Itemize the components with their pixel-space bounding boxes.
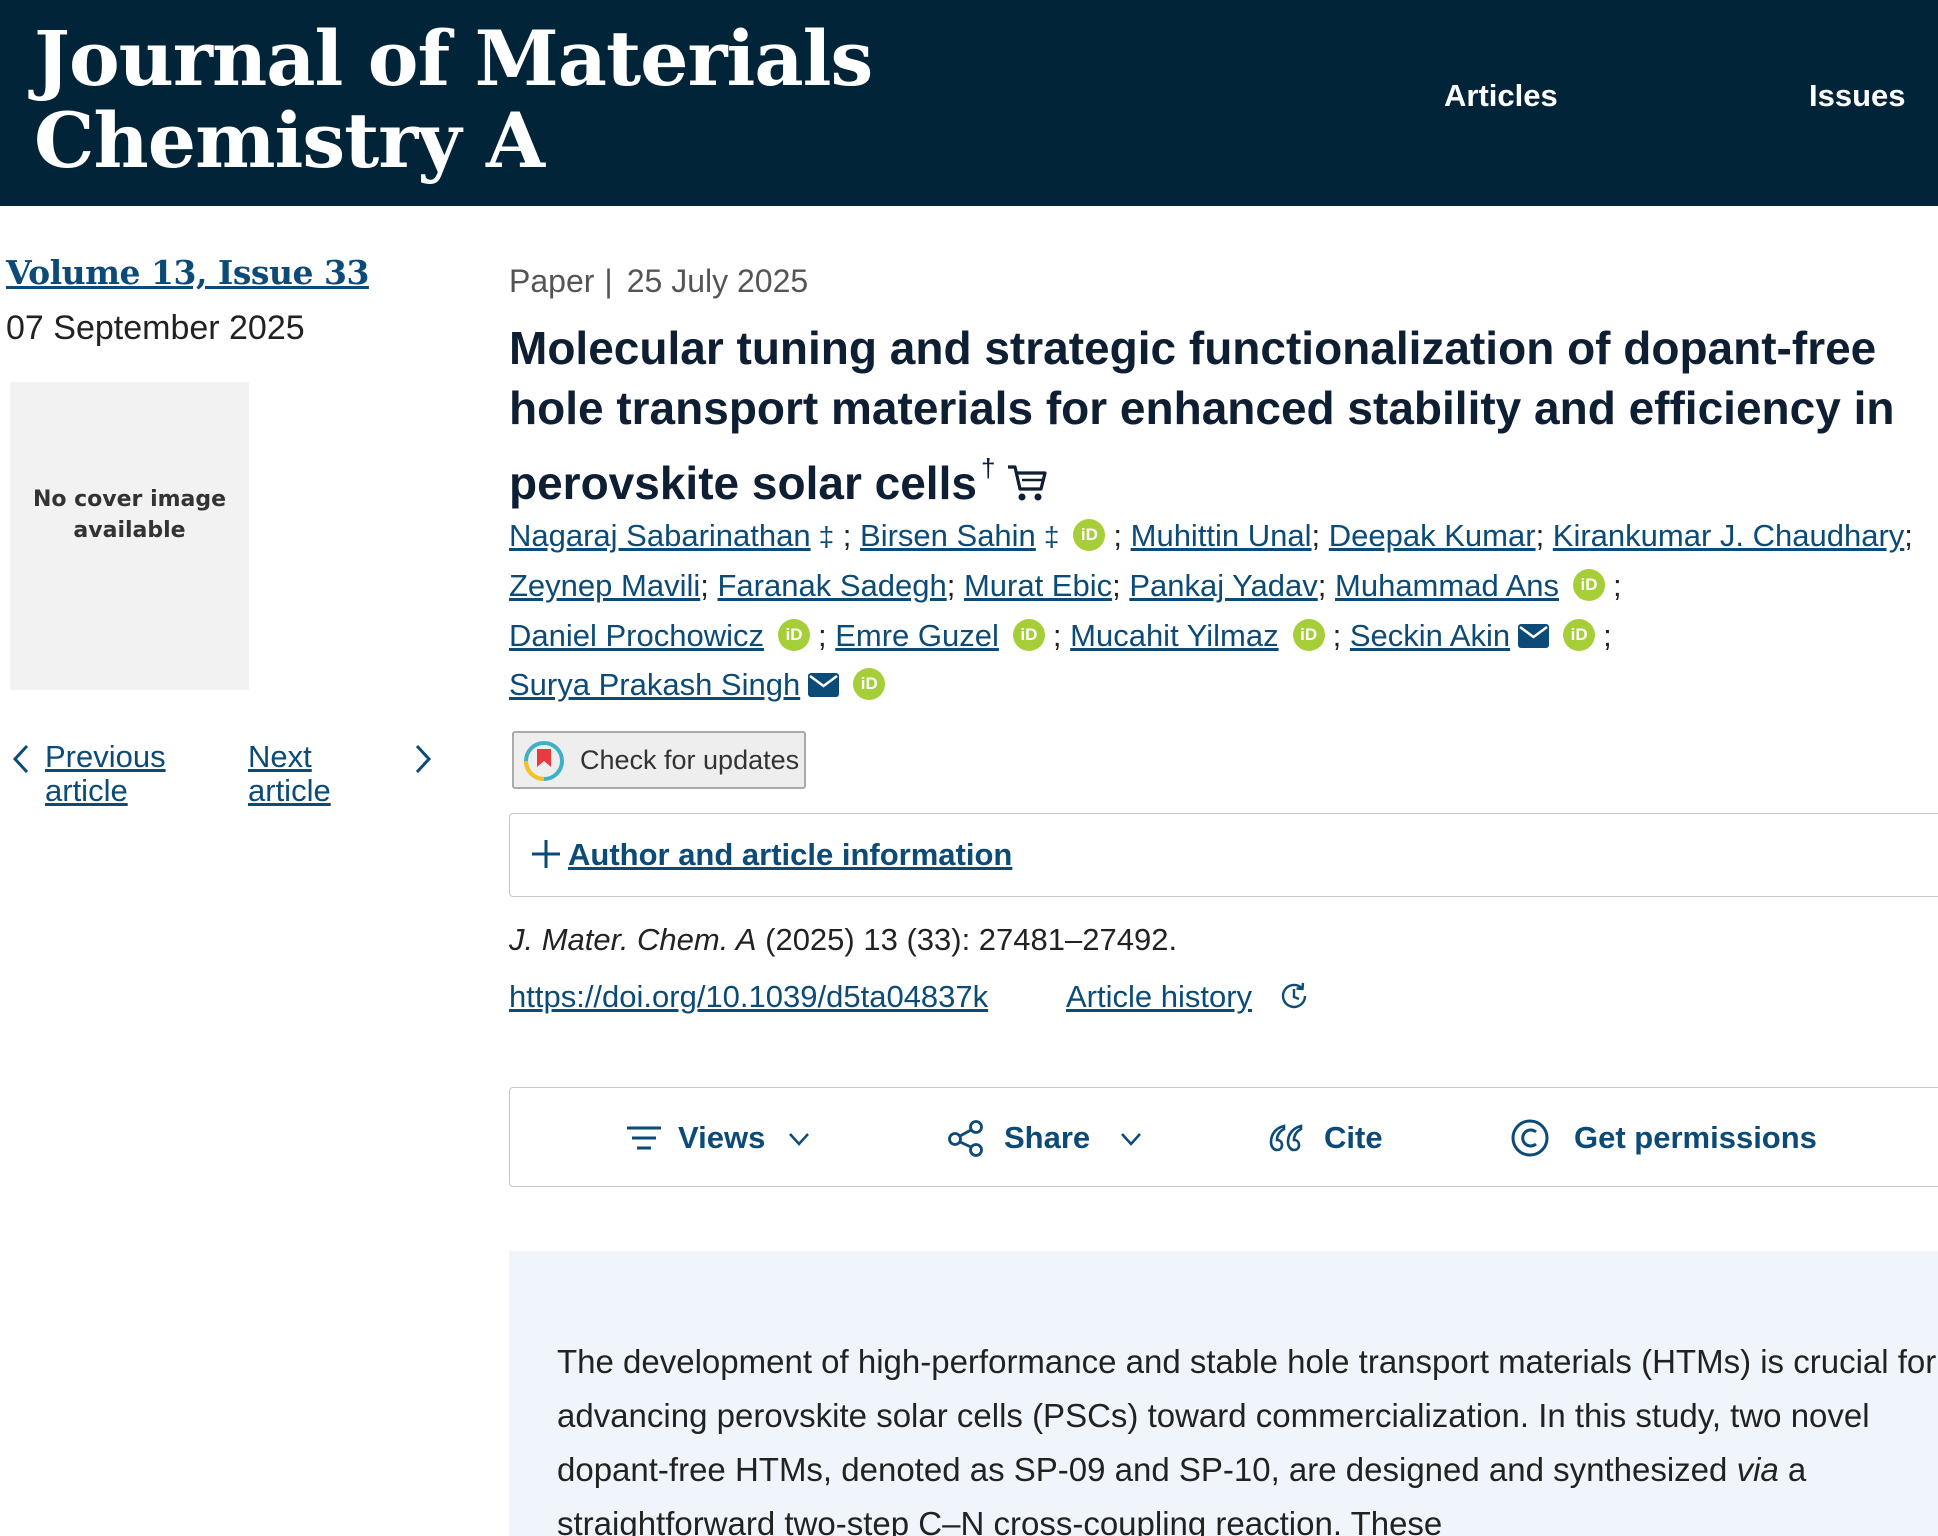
- abstract-text-italic: via: [1736, 1451, 1779, 1488]
- meta-separator: |: [604, 263, 613, 299]
- equal-contribution-mark[interactable]: ‡: [819, 521, 835, 552]
- abstract-section: The development of high-performance and …: [509, 1251, 1938, 1536]
- article-title: Molecular tuning and strategic functiona…: [509, 318, 1929, 513]
- orcid-icon[interactable]: iD: [853, 668, 886, 700]
- author-link[interactable]: Surya Prakash Singh: [509, 667, 800, 702]
- author-link[interactable]: Daniel Prochowicz: [509, 618, 764, 653]
- issue-date: 07 September 2025: [6, 309, 305, 347]
- author-link[interactable]: Mucahit Yilmaz: [1070, 618, 1278, 653]
- author-link[interactable]: Zeynep Mavili: [509, 568, 700, 603]
- chevron-down-icon: [1121, 1133, 1141, 1146]
- crossmark-icon: [524, 741, 564, 781]
- volume-issue-link[interactable]: Volume 13, Issue 33: [6, 253, 369, 292]
- article-history-link[interactable]: Article history: [1066, 979, 1252, 1015]
- share-label: Share: [1004, 1120, 1091, 1155]
- author-link[interactable]: Emre Guzel: [835, 618, 999, 653]
- copyright-icon: [1511, 1119, 1549, 1157]
- get-permissions-label: Get permissions: [1574, 1120, 1817, 1155]
- journal-title[interactable]: Journal of Materials Chemistry A: [34, 18, 1234, 182]
- next-article-link[interactable]: Next article: [248, 740, 358, 808]
- author-link[interactable]: Birsen Sahin: [860, 518, 1036, 553]
- chevron-right-icon[interactable]: [410, 741, 436, 777]
- orcid-icon[interactable]: iD: [1073, 519, 1106, 551]
- check-for-updates-button[interactable]: Check for updates: [512, 731, 806, 789]
- article-title-text: Molecular tuning and strategic functiona…: [509, 322, 1895, 509]
- plus-icon[interactable]: [528, 836, 564, 872]
- author-link[interactable]: Kirankumar J. Chaudhary: [1553, 518, 1905, 553]
- share-icon: [948, 1120, 983, 1157]
- author-link[interactable]: Muhammad Ans: [1335, 568, 1559, 603]
- history-icon[interactable]: [1278, 980, 1310, 1012]
- nav-articles[interactable]: Articles: [1444, 78, 1558, 114]
- author-link[interactable]: Deepak Kumar: [1329, 518, 1536, 553]
- title-footnote-mark[interactable]: †: [981, 453, 995, 483]
- article-type: Paper: [509, 263, 595, 299]
- share-menu[interactable]: Share: [946, 1088, 1146, 1188]
- site-header: Journal of Materials Chemistry A Article…: [0, 0, 1938, 206]
- orcid-icon[interactable]: iD: [1573, 569, 1606, 601]
- abstract-text-part-1: The development of high-performance and …: [557, 1343, 1937, 1488]
- orcid-icon[interactable]: iD: [778, 619, 810, 651]
- get-permissions-button[interactable]: Get permissions: [1510, 1088, 1840, 1188]
- email-icon[interactable]: [808, 673, 840, 697]
- author-link[interactable]: Faranak Sadegh: [717, 568, 946, 603]
- nav-issues[interactable]: Issues: [1809, 78, 1906, 114]
- views-menu[interactable]: Views: [624, 1088, 824, 1188]
- orcid-icon[interactable]: iD: [1292, 619, 1325, 651]
- citation-details: (2025) 13 (33): 27481–27492.: [765, 922, 1178, 957]
- published-date: 25 July 2025: [626, 263, 809, 299]
- equal-contribution-mark[interactable]: ‡: [1044, 521, 1060, 552]
- cover-placeholder-text: No cover image available: [32, 487, 227, 543]
- author-link[interactable]: Pankaj Yadav: [1129, 568, 1317, 603]
- author-info-toggle[interactable]: Author and article information: [568, 837, 1012, 873]
- previous-article-link[interactable]: Previous article: [45, 740, 195, 808]
- citation-line: J. Mater. Chem. A (2025) 13 (33): 27481–…: [509, 922, 1177, 958]
- author-link[interactable]: Seckin Akin: [1350, 618, 1510, 653]
- quote-icon: [1269, 1124, 1303, 1152]
- chevron-left-icon[interactable]: [8, 741, 34, 777]
- email-icon[interactable]: [1518, 624, 1550, 648]
- cart-icon[interactable]: [1005, 461, 1049, 505]
- list-filter-icon: [627, 1126, 661, 1150]
- author-link[interactable]: Nagaraj Sabarinathan: [509, 518, 811, 553]
- chevron-down-icon: [789, 1133, 809, 1146]
- journal-abbreviation: J. Mater. Chem. A: [509, 922, 757, 957]
- cite-label: Cite: [1324, 1120, 1383, 1155]
- abstract-text: The development of high-performance and …: [557, 1335, 1937, 1536]
- article-meta: Paper | 25 July 2025: [509, 263, 808, 300]
- author-link[interactable]: Murat Ebic: [964, 568, 1112, 603]
- cover-image-placeholder: No cover image available: [10, 382, 249, 690]
- author-info-panel[interactable]: Author and article information: [509, 813, 1938, 897]
- orcid-icon[interactable]: iD: [1563, 619, 1596, 651]
- cite-button[interactable]: Cite: [1266, 1088, 1406, 1188]
- article-toolbar: Views Share Cite Get permissions: [509, 1087, 1938, 1187]
- views-label: Views: [678, 1120, 766, 1155]
- check-for-updates-label: Check for updates: [580, 745, 800, 775]
- orcid-icon[interactable]: iD: [1012, 619, 1045, 651]
- doi-link[interactable]: https://doi.org/10.1039/d5ta04837k: [509, 979, 988, 1015]
- author-link[interactable]: Muhittin Unal: [1131, 518, 1312, 553]
